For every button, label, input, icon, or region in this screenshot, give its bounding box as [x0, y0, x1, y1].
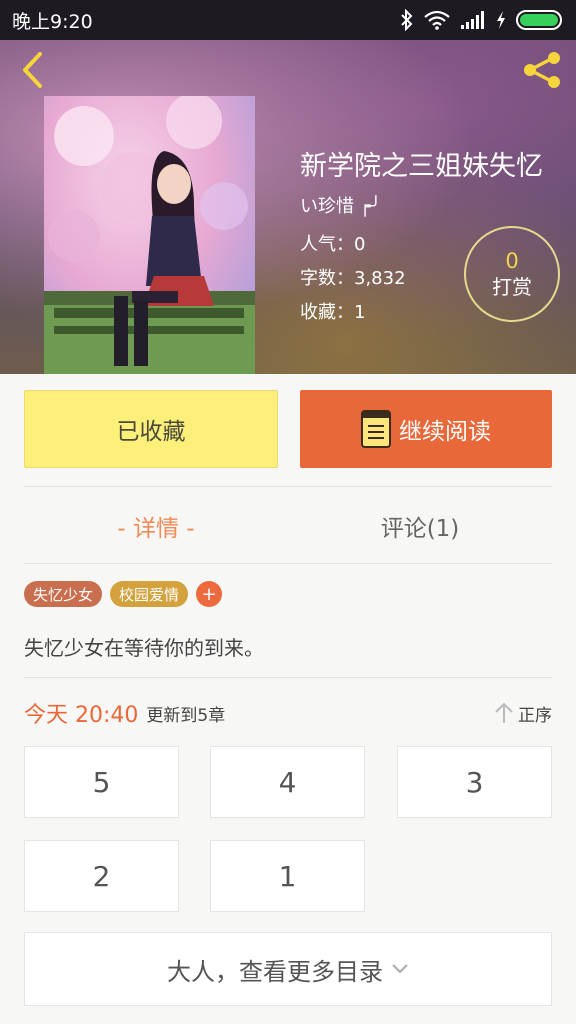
- chapter-item[interactable]: 5: [24, 746, 179, 818]
- share-icon: [524, 52, 560, 88]
- book-cover[interactable]: [44, 96, 255, 374]
- favorited-label: 已收藏: [116, 419, 186, 445]
- wifi-icon: [424, 10, 450, 30]
- status-bar: 晚上9:20: [0, 0, 576, 40]
- divider: [24, 486, 552, 487]
- tag-list: 失忆少女 校园爱情 +: [24, 581, 223, 607]
- cover-illustration: [44, 96, 255, 374]
- signal-icon: [461, 11, 484, 29]
- continue-reading-label: 继续阅读: [399, 419, 491, 445]
- chapter-item[interactable]: 4: [210, 746, 365, 818]
- charging-icon: [497, 11, 505, 29]
- tag-campus-romance[interactable]: 校园爱情: [110, 581, 189, 607]
- update-text: 更新到5章: [146, 705, 226, 726]
- book-author[interactable]: い珍惜 ┍╯: [300, 192, 381, 218]
- sort-order-button[interactable]: 正序: [494, 701, 552, 726]
- book-favorites: 收藏：1: [300, 302, 366, 323]
- book-description: 失忆少女在等待你的到来。: [24, 636, 264, 660]
- chevron-down-icon: [392, 964, 408, 974]
- book-header: 新学院之三姐妹失忆 い珍惜 ┍╯ 人气：0 字数：3,832 收藏：1 0 打赏: [0, 40, 576, 374]
- back-button[interactable]: [14, 50, 50, 90]
- status-icons: [400, 9, 562, 31]
- chapter-item[interactable]: 2: [24, 840, 179, 912]
- reward-label: 打赏: [492, 275, 532, 299]
- book-icon: [361, 410, 391, 448]
- sort-order-label: 正序: [518, 705, 552, 726]
- tag-amnesia-girl[interactable]: 失忆少女: [24, 581, 103, 607]
- reward-count: 0: [505, 249, 519, 273]
- divider: [24, 677, 552, 678]
- battery-icon: [516, 10, 562, 30]
- favorited-button[interactable]: 已收藏: [24, 390, 278, 468]
- more-catalog-button[interactable]: 大人，查看更多目录: [24, 932, 552, 1006]
- divider: [24, 563, 552, 564]
- back-arrow-icon: [23, 52, 42, 88]
- more-catalog-label: 大人，查看更多目录: [167, 957, 383, 986]
- add-tag-button[interactable]: +: [196, 581, 223, 607]
- book-word-count: 字数：3,832: [300, 268, 406, 289]
- chapter-item[interactable]: 1: [210, 840, 365, 912]
- chapter-item[interactable]: 3: [397, 746, 552, 818]
- continue-reading-button[interactable]: 继续阅读: [300, 390, 552, 468]
- book-title: 新学院之三姐妹失忆: [300, 151, 543, 182]
- update-info: 今天 20:40 更新到5章 正序: [24, 698, 552, 728]
- status-time: 晚上9:20: [12, 10, 93, 33]
- update-time: 今天 20:40: [24, 703, 139, 728]
- share-button[interactable]: [520, 50, 564, 90]
- bluetooth-icon: [401, 9, 413, 31]
- tab-comments[interactable]: 评论(1): [288, 506, 552, 546]
- reward-button[interactable]: 0 打赏: [464, 226, 560, 322]
- tab-details[interactable]: - 详情 -: [24, 506, 288, 546]
- arrow-up-icon: [495, 702, 513, 723]
- book-popularity: 人气：0: [300, 234, 366, 255]
